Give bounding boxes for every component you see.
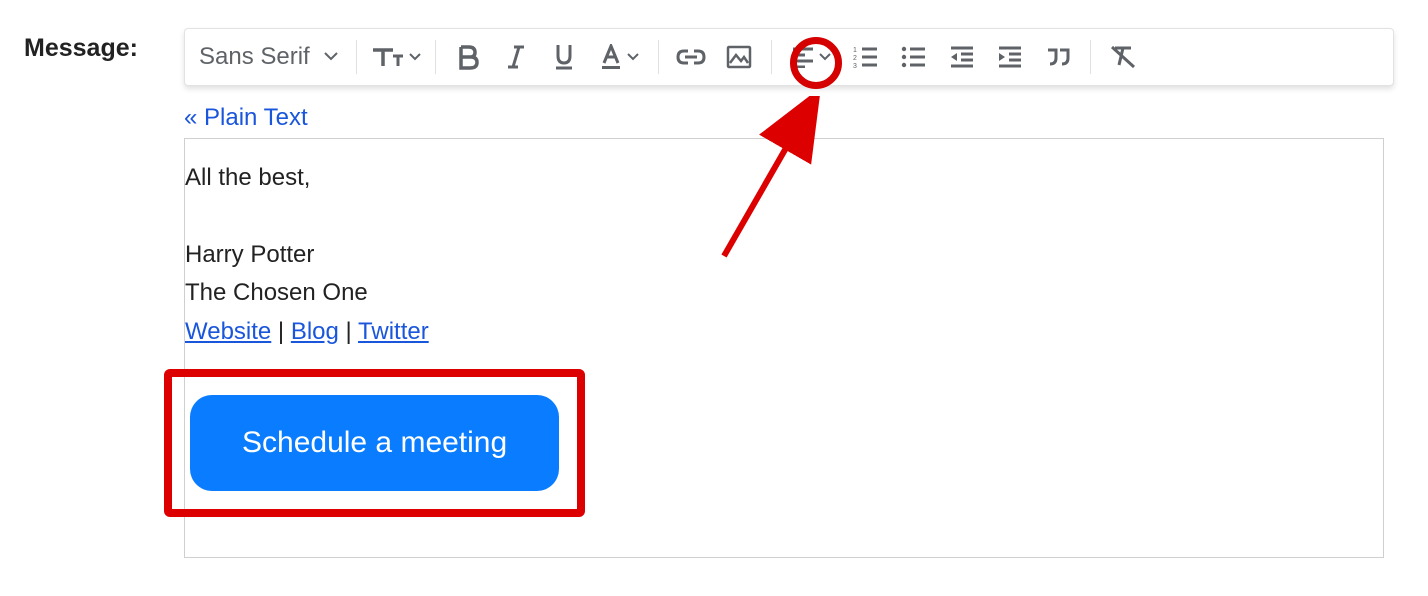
blog-link[interactable]: Blog	[291, 318, 339, 345]
font-size-button[interactable]	[365, 35, 427, 79]
chevron-down-icon	[409, 53, 421, 61]
italic-button[interactable]	[492, 35, 540, 79]
signature-title: The Chosen One	[185, 274, 1383, 312]
font-family-select[interactable]: Sans Serif	[193, 43, 348, 71]
quote-icon	[1045, 46, 1071, 68]
underline-icon	[553, 43, 575, 71]
toolbar-separator	[356, 40, 357, 74]
signature-line: All the best,	[185, 159, 1383, 197]
text-color-button[interactable]	[588, 35, 650, 79]
toolbar-separator	[658, 40, 659, 74]
italic-icon	[506, 44, 526, 70]
formatting-toolbar: Sans Serif	[184, 28, 1394, 86]
font-family-value: Sans Serif	[199, 43, 310, 71]
bulleted-list-icon	[901, 46, 927, 68]
numbered-list-button[interactable]: 1 2 3	[842, 35, 890, 79]
link-separator: |	[339, 318, 358, 345]
insert-image-button[interactable]	[715, 35, 763, 79]
chevron-down-icon	[819, 53, 831, 61]
remove-format-icon	[1109, 44, 1137, 70]
plain-text-toggle[interactable]: « Plain Text	[184, 104, 308, 131]
indent-less-icon	[949, 46, 975, 68]
annotation-box-cta: Schedule a meeting	[164, 369, 585, 517]
indent-more-icon	[997, 46, 1023, 68]
message-editor[interactable]: All the best, Harry Potter The Chosen On…	[184, 138, 1384, 558]
bulleted-list-button[interactable]	[890, 35, 938, 79]
indent-less-button[interactable]	[938, 35, 986, 79]
text-color-icon	[599, 44, 623, 70]
align-button[interactable]	[780, 35, 842, 79]
website-link[interactable]: Website	[185, 318, 271, 345]
align-left-icon	[791, 46, 815, 68]
quote-button[interactable]	[1034, 35, 1082, 79]
svg-text:1: 1	[853, 47, 857, 54]
message-label: Message:	[24, 28, 184, 63]
svg-text:3: 3	[853, 63, 857, 68]
svg-text:2: 2	[853, 55, 857, 62]
image-icon	[726, 45, 752, 69]
indent-more-button[interactable]	[986, 35, 1034, 79]
signature-links: Website | Blog | Twitter	[185, 313, 1383, 351]
numbered-list-icon: 1 2 3	[853, 46, 879, 68]
signature-name: Harry Potter	[185, 236, 1383, 274]
link-icon	[676, 47, 706, 67]
insert-link-button[interactable]	[667, 35, 715, 79]
chevron-down-icon	[324, 52, 338, 62]
bold-icon	[457, 44, 479, 70]
underline-button[interactable]	[540, 35, 588, 79]
toolbar-separator	[435, 40, 436, 74]
toolbar-separator	[771, 40, 772, 74]
link-separator: |	[271, 318, 291, 345]
twitter-link[interactable]: Twitter	[358, 318, 429, 345]
signature-blank	[185, 197, 1383, 235]
remove-formatting-button[interactable]	[1099, 35, 1147, 79]
schedule-meeting-button[interactable]: Schedule a meeting	[190, 395, 559, 491]
toolbar-separator	[1090, 40, 1091, 74]
editor-panel: Sans Serif	[184, 28, 1428, 558]
chevron-down-icon	[627, 53, 639, 61]
font-size-icon	[371, 44, 405, 70]
bold-button[interactable]	[444, 35, 492, 79]
